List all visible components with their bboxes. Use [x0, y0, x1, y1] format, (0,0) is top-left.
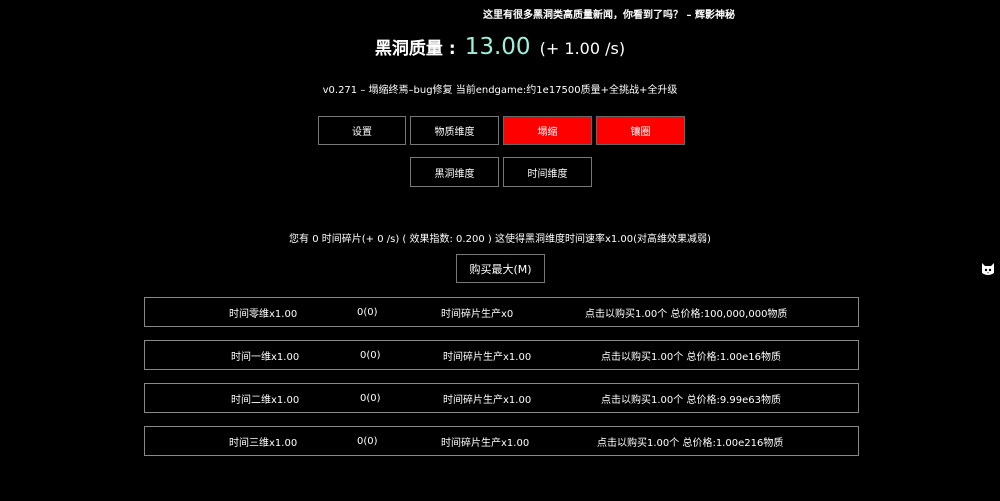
mass-label: 黑洞质量 :: [374, 39, 456, 59]
news-ticker: 这里有很多黑洞类高质量新闻，你看到了吗？ – 辉影神秘: [483, 10, 735, 21]
version-info: v0.271 – 塌缩终焉–bug修复 当前endgame:约1e17500质量…: [322, 85, 678, 96]
dimension-cost: 点击以购买1.00个 总价格:1.00e16物质: [601, 351, 781, 363]
subtab-time-dimensions[interactable]: 时间维度: [503, 157, 592, 187]
dimension-amount: 0(0): [360, 349, 381, 361]
mass-value: 13.00: [464, 34, 531, 60]
tab-matter-dimensions[interactable]: 物质维度: [410, 116, 499, 145]
dimension-production: 时间碎片生产x0: [441, 308, 514, 320]
time-dimension-row-2[interactable]: 时间二维x1.00 0(0) 时间碎片生产x1.00 点击以购买1.00个 总价…: [144, 383, 859, 413]
dimension-production: 时间碎片生产x1.00: [443, 351, 532, 363]
time-dimension-row-1[interactable]: 时间一维x1.00 0(0) 时间碎片生产x1.00 点击以购买1.00个 总价…: [144, 340, 859, 370]
dimension-cost: 点击以购买1.00个 总价格:9.99e63物质: [601, 394, 781, 406]
cat-face-icon[interactable]: [980, 261, 996, 277]
buy-max-button[interactable]: 购买最大(M): [456, 254, 545, 283]
time-dimension-row-3[interactable]: 时间三维x1.00 0(0) 时间碎片生产x1.00 点击以购买1.00个 总价…: [144, 426, 859, 456]
dimension-cost: 点击以购买1.00个 总价格:1.00e216物质: [597, 437, 784, 449]
dimension-name: 时间一维x1.00: [231, 351, 300, 363]
dimension-production: 时间碎片生产x1.00: [441, 437, 530, 449]
dimension-name: 时间三维x1.00: [229, 437, 298, 449]
dimension-amount: 0(0): [357, 435, 378, 447]
subtab-black-hole-dimensions[interactable]: 黑洞维度: [410, 157, 499, 187]
black-hole-mass-display: 黑洞质量 : 13.00 (+ 1.00 /s): [0, 34, 1000, 60]
dimension-amount: 0(0): [357, 306, 378, 318]
dimension-name: 时间二维x1.00: [231, 394, 300, 406]
game-page: 这里有很多黑洞类高质量新闻，你看到了吗？ – 辉影神秘 黑洞质量 : 13.00…: [0, 0, 1000, 501]
dimension-amount: 0(0): [360, 392, 381, 404]
dimension-name: 时间零维x1.00: [229, 308, 298, 320]
time-dimension-row-0[interactable]: 时间零维x1.00 0(0) 时间碎片生产x0 点击以购买1.00个 总价格:1…: [144, 297, 859, 327]
tab-collapse[interactable]: 塌缩: [503, 116, 592, 145]
time-shards-info: 您有 0 时间碎片(+ 0 /s) ( 效果指数: 0.200 ) 这使得黑洞维…: [289, 234, 711, 245]
mass-rate: (+ 1.00 /s): [539, 39, 626, 58]
tab-ring[interactable]: 镶圈: [596, 116, 685, 145]
dimension-cost: 点击以购买1.00个 总价格:100,000,000物质: [585, 308, 788, 320]
tab-settings[interactable]: 设置: [318, 116, 406, 145]
dimension-production: 时间碎片生产x1.00: [443, 394, 532, 406]
